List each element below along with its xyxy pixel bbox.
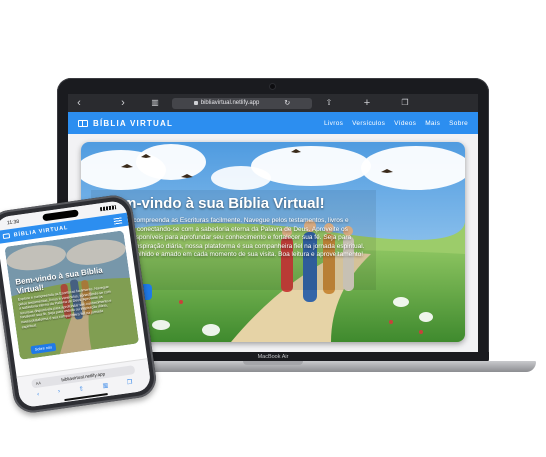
reload-icon[interactable]: ↻ [284,99,290,107]
nav-link-sobre[interactable]: Sobre [449,120,468,127]
book-icon [78,119,88,127]
menu-icon[interactable] [113,216,123,224]
site-header: BÍBLIA VIRTUAL Livros Versículos Vídeos … [68,112,478,134]
text-size-toggle[interactable]: AA [35,378,42,388]
back-icon[interactable]: ‹ [68,94,90,112]
nav-link-mais[interactable]: Mais [425,120,440,127]
laptop-notch [243,361,303,365]
hero-title: Bem-vindo à sua Bíblia Virtual! [104,195,325,212]
nav-link-versiculos[interactable]: Versículos [352,120,385,127]
address-bar[interactable]: bibliavirtual.netlify.app ↻ [172,97,312,109]
new-tab-icon[interactable]: + [356,94,378,112]
reader-icon[interactable]: ▥ [144,94,166,112]
browser-toolbar: ‹ › ▥ bibliavirtual.netlify.app ↻ ⇧ + ❐ [68,94,478,112]
nav-link-livros[interactable]: Livros [324,120,343,127]
device-mockup: ‹ › ▥ bibliavirtual.netlify.app ↻ ⇧ + ❐ … [0,0,546,457]
hero-content: Bem-vindo à sua Bíblia Virtual! Explore … [104,195,369,260]
phone: 11:38 BÍBLIA VIRTUAL Bem-vindo à sua Bíb… [0,192,159,416]
mobile-browser-bar: AA bibliavirtual.netlify.app ‹ › ⇧ ▥ ❐ [16,358,152,409]
signal-icon [99,205,117,212]
url-text: bibliavirtual.netlify.app [200,100,260,106]
bookmarks-icon[interactable]: ▥ [102,382,108,390]
share-icon[interactable]: ⇧ [318,94,340,112]
mobile-url: bibliavirtual.netlify.app [61,371,106,383]
tabs-icon[interactable]: ❐ [127,379,133,387]
brand-name: BÍBLIA VIRTUAL [93,118,174,128]
share-icon[interactable]: ⇧ [78,385,85,393]
lock-icon [193,101,198,105]
clock: 11:38 [6,218,20,227]
book-icon [2,233,11,240]
nav-link-videos[interactable]: Vídeos [394,120,416,127]
tabs-icon[interactable]: ❐ [394,94,416,112]
mobile-hero: Bem-vindo à sua Bíblia Virtual! Explore … [4,230,140,360]
hero-description: Explore e compreenda as Escrituras facil… [104,217,365,259]
brand[interactable]: BÍBLIA VIRTUAL [78,119,173,128]
camera [270,84,275,89]
nav-links: Livros Versículos Vídeos Mais Sobre [324,120,468,127]
home-indicator [64,393,109,402]
phone-screen: 11:38 BÍBLIA VIRTUAL Bem-vindo à sua Bíb… [0,199,152,409]
back-icon[interactable]: ‹ [37,392,40,399]
mobile-brand[interactable]: BÍBLIA VIRTUAL [13,224,68,238]
forward-icon[interactable]: › [112,94,134,112]
forward-icon[interactable]: › [58,389,61,396]
